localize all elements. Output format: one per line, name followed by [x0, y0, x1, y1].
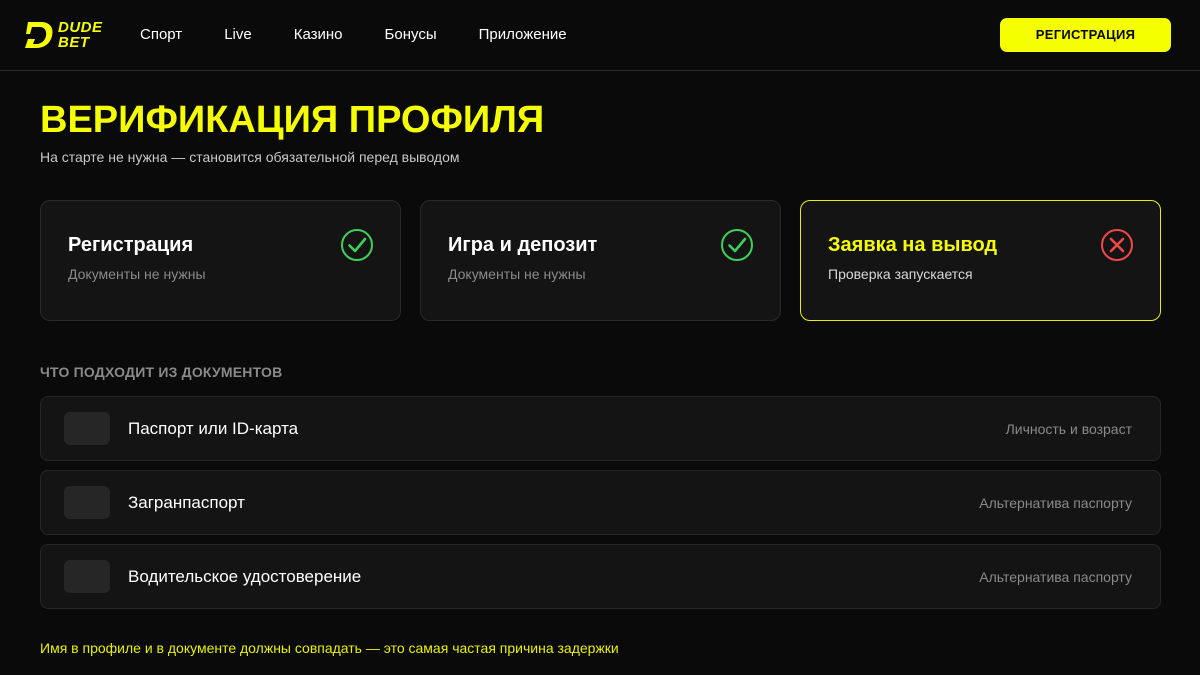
step-title: Заявка на вывод: [828, 234, 998, 256]
dudebet-logo[interactable]: DUDE BET: [24, 19, 104, 51]
step-desc: Проверка запускается: [828, 266, 973, 282]
document-note: Альтернатива паспорту: [979, 495, 1132, 511]
page-title: ВЕРИФИКАЦИЯ ПРОФИЛЯ: [40, 99, 545, 141]
name-match-warning: Имя в профиле и в документе должны совпа…: [40, 640, 619, 656]
x-circle-icon: [1101, 229, 1133, 261]
step-card-game-deposit: Игра и депозит Документы не нужны: [420, 200, 781, 321]
step-card-withdrawal: Заявка на вывод Проверка запускается: [800, 200, 1161, 321]
page-subtitle: На старте не нужна — становится обязател…: [40, 149, 460, 165]
step-card-registration: Регистрация Документы не нужны: [40, 200, 401, 321]
nav-item-casino[interactable]: Казино: [294, 25, 343, 45]
document-row-drivers-license: Водительское удостоверение Альтернатива …: [40, 544, 1161, 609]
main-nav: Спорт Live Казино Бонусы Приложение: [140, 25, 609, 45]
step-title: Регистрация: [68, 234, 194, 256]
document-name: Загранпаспорт: [128, 493, 245, 512]
step-desc: Документы не нужны: [68, 266, 206, 282]
check-circle-icon: [721, 229, 753, 261]
document-thumbnail: [64, 560, 110, 593]
logo-line-dude: DUDE: [58, 19, 103, 36]
nav-item-sport[interactable]: Спорт: [140, 25, 182, 45]
document-thumbnail: [64, 486, 110, 519]
document-name: Водительское удостоверение: [128, 567, 362, 586]
document-thumbnail: [64, 412, 110, 445]
document-name: Паспорт или ID-карта: [128, 419, 299, 438]
logo-line-bet: BET: [58, 34, 90, 51]
document-note: Личность и возраст: [1005, 421, 1132, 437]
document-note: Альтернатива паспорту: [979, 569, 1132, 585]
documents-section-label: ЧТО ПОДХОДИТ ИЗ ДОКУМЕНТОВ: [40, 364, 283, 380]
nav-item-live[interactable]: Live: [224, 25, 252, 45]
step-title: Игра и депозит: [448, 234, 598, 256]
nav-item-app[interactable]: Приложение: [479, 25, 567, 45]
document-row-passport: Паспорт или ID-карта Личность и возраст: [40, 396, 1161, 461]
logo-mark-icon: [25, 22, 53, 48]
step-desc: Документы не нужны: [448, 266, 586, 282]
top-header: DUDE BET Спорт Live Казино Бонусы Прилож…: [0, 0, 1200, 71]
check-circle-icon: [341, 229, 373, 261]
document-row-foreign-passport: Загранпаспорт Альтернатива паспорту: [40, 470, 1161, 535]
logo-text: DUDE BET: [58, 20, 103, 50]
register-button[interactable]: РЕГИСТРАЦИЯ: [1000, 18, 1171, 52]
nav-item-bonuses[interactable]: Бонусы: [385, 25, 437, 45]
